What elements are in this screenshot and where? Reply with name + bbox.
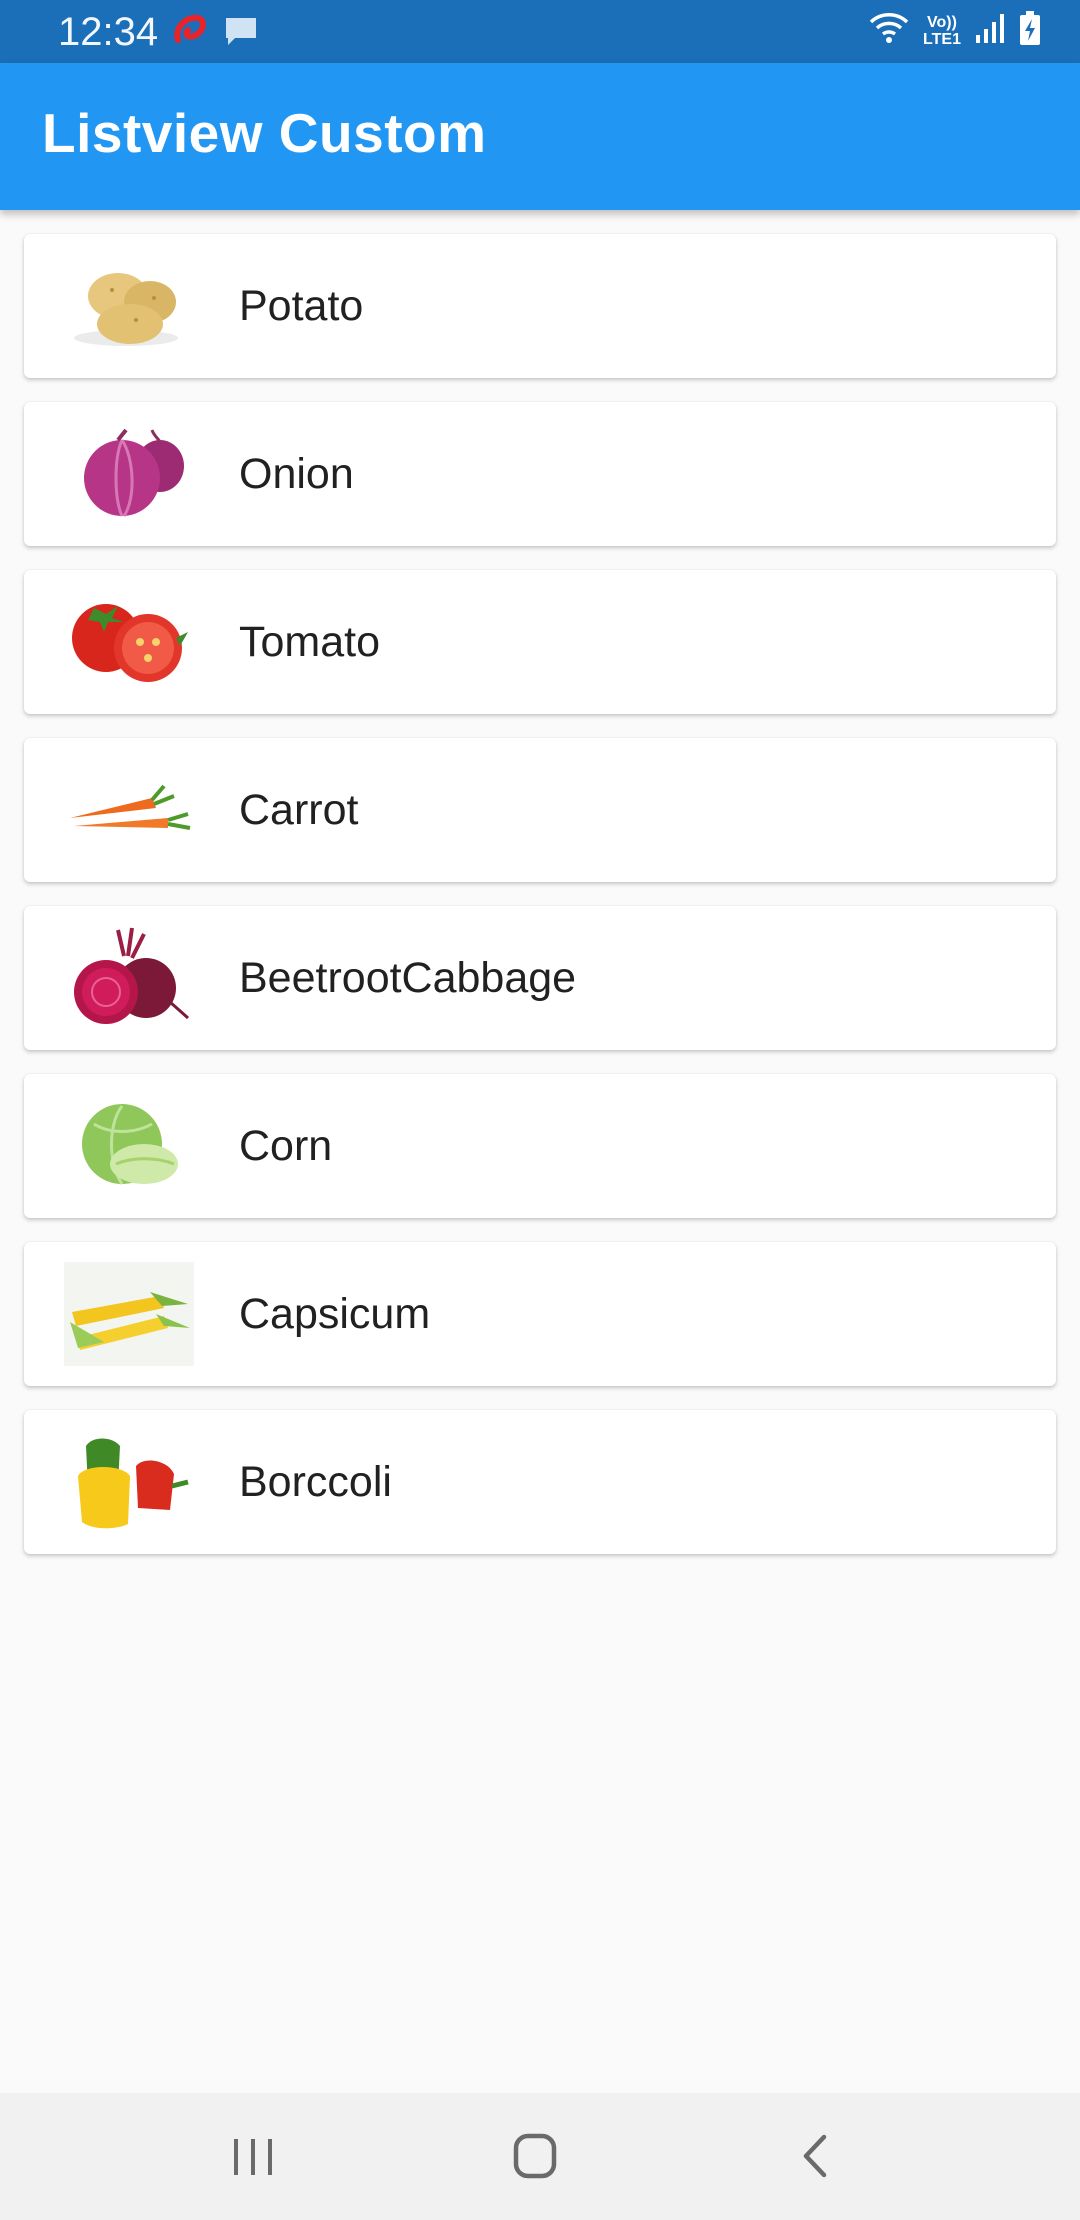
tomato-image [64,590,194,694]
page-title: Listview Custom [42,102,487,164]
list-item-tomato[interactable]: Tomato [24,570,1056,714]
list-item-beetrootcabbage[interactable]: BeetrootCabbage [24,906,1056,1050]
beetroot-image [64,926,194,1030]
list-item-label: BeetrootCabbage [239,954,577,1002]
list-item-label: Tomato [239,618,381,666]
list-item-carrot[interactable]: Carrot [24,738,1056,882]
status-time: 12:34 [58,10,159,54]
potato-image [64,254,194,358]
navigation-bar [0,2093,1080,2220]
list-item-capsicum[interactable]: Capsicum [24,1242,1056,1386]
message-icon [223,14,259,55]
signal-icon [974,11,1008,50]
onion-image [64,422,194,526]
battery-icon [1018,10,1042,51]
back-icon[interactable] [786,2131,846,2181]
cabbage-image [64,1094,194,1198]
status-bar: 12:34 Vo)) LTE1 [0,0,1080,63]
status-icons: Vo)) LTE1 [868,10,1042,51]
airtel-icon [170,10,210,55]
list-item-label: Capsicum [239,1290,431,1338]
list-item-label: Onion [239,450,354,498]
wifi-icon [868,10,910,51]
list-item-corn[interactable]: Corn [24,1074,1056,1218]
list-item-label: Borccoli [239,1458,392,1506]
list-item-borccoli[interactable]: Borccoli [24,1410,1056,1554]
recent-apps-icon[interactable] [224,2131,284,2181]
carrot-image [64,758,194,862]
list-item-label: Carrot [239,786,359,834]
home-icon[interactable] [505,2131,565,2181]
list-item-label: Corn [239,1122,333,1170]
app-bar: Listview Custom [0,63,1080,210]
vegetable-list: Potato Onion Tomato Carrot BeetrootCabba… [24,234,1056,1578]
list-item-onion[interactable]: Onion [24,402,1056,546]
capsicum-image [64,1430,194,1534]
list-item-label: Potato [239,282,364,330]
corn-image [64,1262,194,1366]
list-item-potato[interactable]: Potato [24,234,1056,378]
network-type: Vo)) LTE1 [923,13,961,48]
